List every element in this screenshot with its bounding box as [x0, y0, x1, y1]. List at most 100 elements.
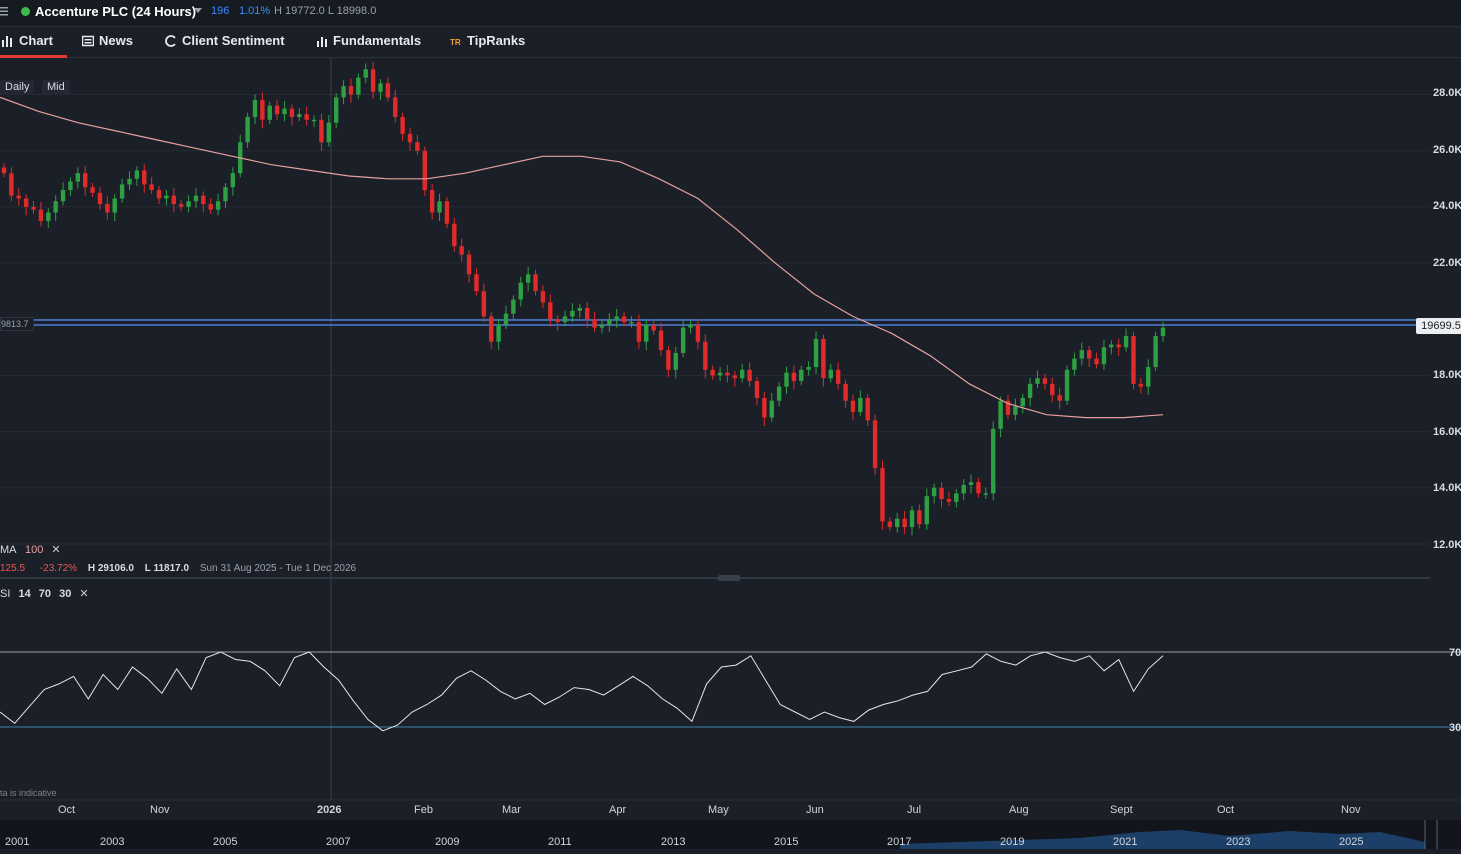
candle[interactable] — [1057, 395, 1062, 401]
candle[interactable] — [917, 510, 922, 525]
candle[interactable] — [525, 274, 531, 283]
candle[interactable] — [540, 291, 546, 303]
candle[interactable] — [459, 246, 464, 255]
candle[interactable] — [311, 119, 317, 122]
candle[interactable] — [9, 173, 14, 196]
close-icon[interactable]: ✕ — [79, 588, 88, 600]
candle[interactable] — [282, 108, 287, 115]
candle[interactable] — [1020, 397, 1025, 407]
candle[interactable] — [341, 86, 346, 98]
candle[interactable] — [1138, 383, 1144, 387]
tab-chart[interactable]: Chart — [0, 27, 67, 58]
price-chart[interactable]: 70 30 — [0, 58, 1461, 820]
candle[interactable] — [46, 212, 51, 221]
candle[interactable] — [961, 484, 966, 494]
ma-legend[interactable]: MA 100 ✕ — [0, 543, 61, 556]
candle[interactable] — [215, 201, 221, 210]
candle[interactable] — [902, 518, 907, 528]
candle[interactable] — [245, 116, 250, 143]
candle[interactable] — [289, 108, 295, 117]
candle[interactable] — [201, 195, 206, 205]
candle[interactable] — [614, 316, 619, 320]
candle[interactable] — [149, 184, 154, 191]
candle[interactable] — [747, 369, 752, 382]
candle[interactable] — [754, 381, 760, 398]
candle[interactable] — [717, 372, 723, 376]
candle[interactable] — [865, 397, 870, 421]
candle[interactable] — [363, 69, 368, 78]
candle[interactable] — [1123, 336, 1129, 348]
candle[interactable] — [843, 383, 848, 401]
candle[interactable] — [954, 493, 959, 502]
candle[interactable] — [629, 322, 634, 324]
candle[interactable] — [1160, 327, 1166, 337]
candle[interactable] — [422, 150, 427, 191]
candle[interactable] — [872, 420, 878, 469]
candle[interactable] — [319, 119, 324, 143]
candle[interactable] — [732, 375, 738, 379]
candle[interactable] — [503, 313, 509, 325]
candle[interactable] — [673, 352, 678, 370]
candle[interactable] — [651, 324, 656, 331]
candle[interactable] — [584, 308, 590, 320]
candle[interactable] — [348, 86, 354, 95]
candle[interactable] — [1079, 350, 1084, 359]
rsi-legend[interactable]: SI 14 70 30 ✕ — [0, 587, 89, 600]
candle[interactable] — [946, 499, 952, 502]
candle[interactable] — [909, 510, 915, 528]
candle[interactable] — [644, 324, 649, 342]
candle[interactable] — [1, 167, 7, 174]
candle[interactable] — [23, 198, 29, 207]
candle[interactable] — [821, 338, 826, 379]
candle[interactable] — [407, 133, 413, 143]
close-icon[interactable]: ✕ — [51, 544, 60, 556]
candle[interactable] — [31, 206, 36, 210]
horizontal-line-label[interactable]: 9813.7 — [0, 317, 34, 331]
candle[interactable] — [186, 201, 191, 207]
candle[interactable] — [378, 83, 383, 92]
candle[interactable] — [998, 400, 1003, 429]
candle[interactable] — [658, 330, 664, 351]
candle[interactable] — [695, 324, 701, 342]
candle[interactable] — [548, 302, 553, 320]
candle[interactable] — [429, 190, 435, 213]
tab-client-sentiment[interactable]: Client Sentiment — [165, 27, 285, 55]
candle[interactable] — [518, 282, 523, 300]
candle[interactable] — [1072, 358, 1077, 370]
candle[interactable] — [385, 83, 391, 98]
candle[interactable] — [806, 366, 811, 370]
pane-resize-handle[interactable] — [718, 575, 740, 581]
candle[interactable] — [60, 190, 66, 202]
candle[interactable] — [171, 195, 176, 205]
candle[interactable] — [1101, 347, 1107, 365]
instrument-name[interactable]: Accenture PLC (24 Hours) — [35, 4, 196, 19]
candle[interactable] — [97, 192, 103, 205]
candle[interactable] — [333, 97, 339, 123]
candle[interactable] — [769, 400, 774, 418]
candle[interactable] — [105, 204, 110, 213]
candle[interactable] — [1042, 378, 1048, 384]
candle[interactable] — [452, 223, 457, 247]
candle[interactable] — [931, 487, 937, 497]
candle[interactable] — [75, 173, 81, 182]
candle[interactable] — [680, 327, 686, 353]
candle[interactable] — [297, 114, 302, 117]
candle[interactable] — [393, 97, 398, 117]
price-type-button[interactable]: Mid — [42, 80, 70, 95]
interval-button[interactable]: Daily — [0, 80, 35, 95]
candle[interactable] — [142, 170, 147, 185]
candle[interactable] — [208, 204, 213, 210]
chevron-down-icon[interactable] — [194, 8, 202, 13]
candle[interactable] — [466, 254, 472, 275]
candle[interactable] — [164, 195, 169, 199]
candle[interactable] — [858, 397, 863, 412]
tab-tipranks[interactable]: TR TipRanks — [450, 27, 525, 55]
candle[interactable] — [252, 100, 258, 117]
candle[interactable] — [1131, 336, 1136, 384]
candle[interactable] — [415, 142, 420, 151]
candle[interactable] — [400, 116, 405, 134]
candle[interactable] — [326, 122, 332, 143]
candle[interactable] — [703, 341, 708, 370]
candle[interactable] — [356, 77, 361, 95]
candle[interactable] — [1146, 366, 1151, 387]
